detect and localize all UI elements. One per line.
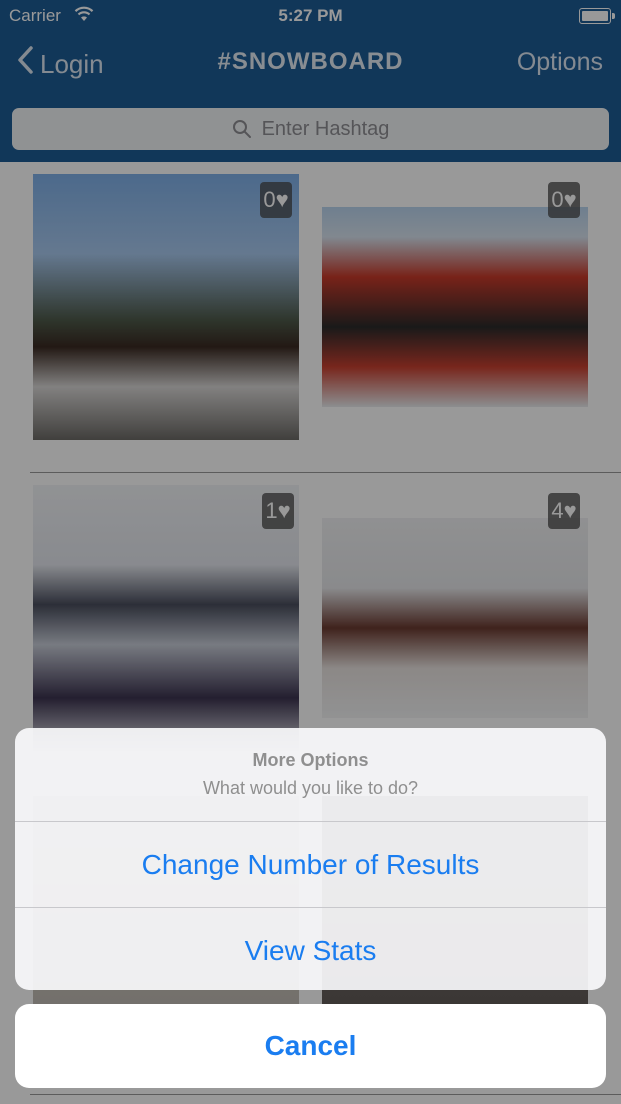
- cancel-button[interactable]: Cancel: [15, 1004, 606, 1088]
- action-sheet-header: More Options What would you like to do?: [15, 728, 606, 821]
- action-sheet-title: More Options: [252, 750, 369, 770]
- action-sheet: More Options What would you like to do? …: [15, 728, 606, 990]
- action-sheet-message: What would you like to do?: [202, 778, 419, 798]
- change-number-of-results-button[interactable]: Change Number of Results: [15, 821, 606, 907]
- view-stats-button[interactable]: View Stats: [15, 907, 606, 990]
